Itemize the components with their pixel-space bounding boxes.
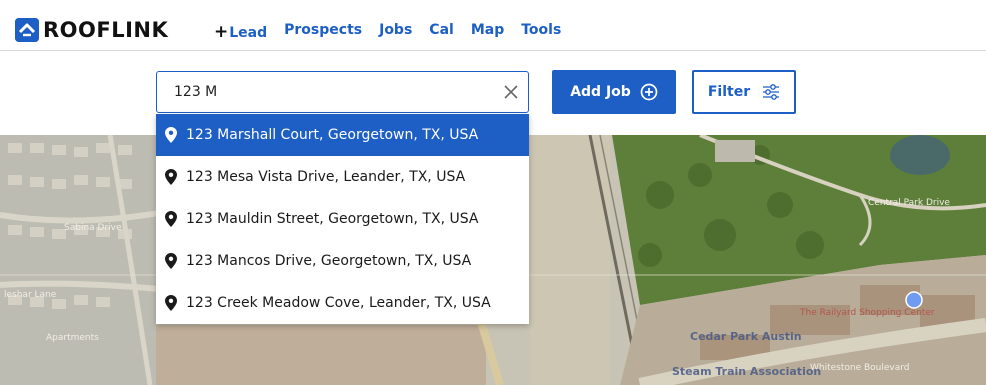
suggestion-label: 123 Mauldin Street, Georgetown, TX, USA <box>186 211 479 227</box>
address-suggestions-dropdown: 123 Marshall Court, Georgetown, TX, USA … <box>156 114 529 324</box>
main-nav: +Lead Prospects Jobs Cal Map Tools <box>214 22 561 42</box>
map-pin-icon <box>165 127 177 143</box>
map-pin-icon <box>165 253 177 269</box>
filter-button[interactable]: Filter <box>692 70 796 114</box>
map-label-whitestone-blvd: Whitestone Boulevard <box>810 363 910 373</box>
suggestion-item[interactable]: 123 Marshall Court, Georgetown, TX, USA <box>156 114 529 156</box>
top-navbar: ROOFLINK +Lead Prospects Jobs Cal Map To… <box>0 0 986 51</box>
map-label-lane: leshar Lane <box>4 290 57 300</box>
map-pin-icon <box>165 169 177 185</box>
suggestion-label: 123 Mancos Drive, Georgetown, TX, USA <box>186 253 472 269</box>
current-location-icon[interactable] <box>905 291 923 309</box>
map-label-apartments: Apartments <box>46 333 99 343</box>
rooflink-logo[interactable]: ROOFLINK <box>15 17 168 43</box>
map-label-sabina-drive: Sabina Drive <box>64 223 122 233</box>
plus-icon: + <box>214 22 229 42</box>
nav-lead-label: Lead <box>229 25 268 41</box>
map-label-railyard: The Railyard Shopping Center <box>799 308 935 318</box>
sliders-icon <box>763 84 780 100</box>
map-pin-icon <box>165 211 177 227</box>
nav-tools[interactable]: Tools <box>521 22 561 42</box>
plus-circle-icon <box>640 83 658 101</box>
map-label-steam-train: Steam Train Association <box>672 365 821 378</box>
suggestion-item[interactable]: 123 Mesa Vista Drive, Leander, TX, USA <box>156 156 529 198</box>
nav-jobs[interactable]: Jobs <box>379 22 412 42</box>
nav-cal[interactable]: Cal <box>429 22 454 42</box>
house-icon <box>15 18 39 42</box>
address-search-box <box>156 71 529 113</box>
clear-icon[interactable] <box>502 83 520 101</box>
suggestion-label: 123 Creek Meadow Cove, Leander, TX, USA <box>186 295 491 311</box>
address-search-input[interactable] <box>174 72 494 112</box>
nav-map[interactable]: Map <box>471 22 504 42</box>
map-pin-icon <box>165 295 177 311</box>
suggestion-label: 123 Marshall Court, Georgetown, TX, USA <box>186 127 479 143</box>
suggestion-item[interactable]: 123 Mancos Drive, Georgetown, TX, USA <box>156 240 529 282</box>
nav-lead[interactable]: +Lead <box>214 22 267 42</box>
add-job-label: Add Job <box>570 84 631 100</box>
suggestion-item[interactable]: 123 Creek Meadow Cove, Leander, TX, USA <box>156 282 529 324</box>
brand-name: ROOFLINK <box>43 18 169 42</box>
suggestion-label: 123 Mesa Vista Drive, Leander, TX, USA <box>186 169 466 185</box>
map-label-central-park-drive: Central Park Drive <box>868 198 950 208</box>
add-job-button[interactable]: Add Job <box>552 70 676 114</box>
suggestion-item[interactable]: 123 Mauldin Street, Georgetown, TX, USA <box>156 198 529 240</box>
nav-prospects[interactable]: Prospects <box>284 22 362 42</box>
filter-label: Filter <box>707 84 751 100</box>
map-label-cedar-park: Cedar Park Austin <box>690 330 802 343</box>
